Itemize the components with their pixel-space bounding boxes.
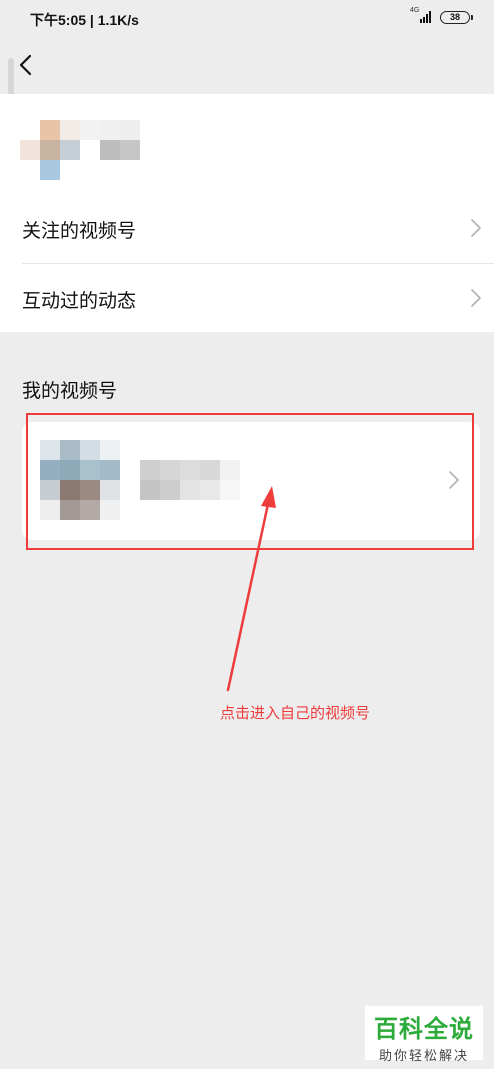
watermark-title: 百科全说	[374, 1015, 474, 1043]
watermark-subtitle: 助你轻松解决	[378, 1049, 469, 1064]
annotation-text: 点击进入自己的视频号	[220, 704, 371, 722]
annotation-arrow	[226, 486, 276, 692]
watermark-logo: 百科全说 助你轻松解决	[364, 1005, 484, 1064]
